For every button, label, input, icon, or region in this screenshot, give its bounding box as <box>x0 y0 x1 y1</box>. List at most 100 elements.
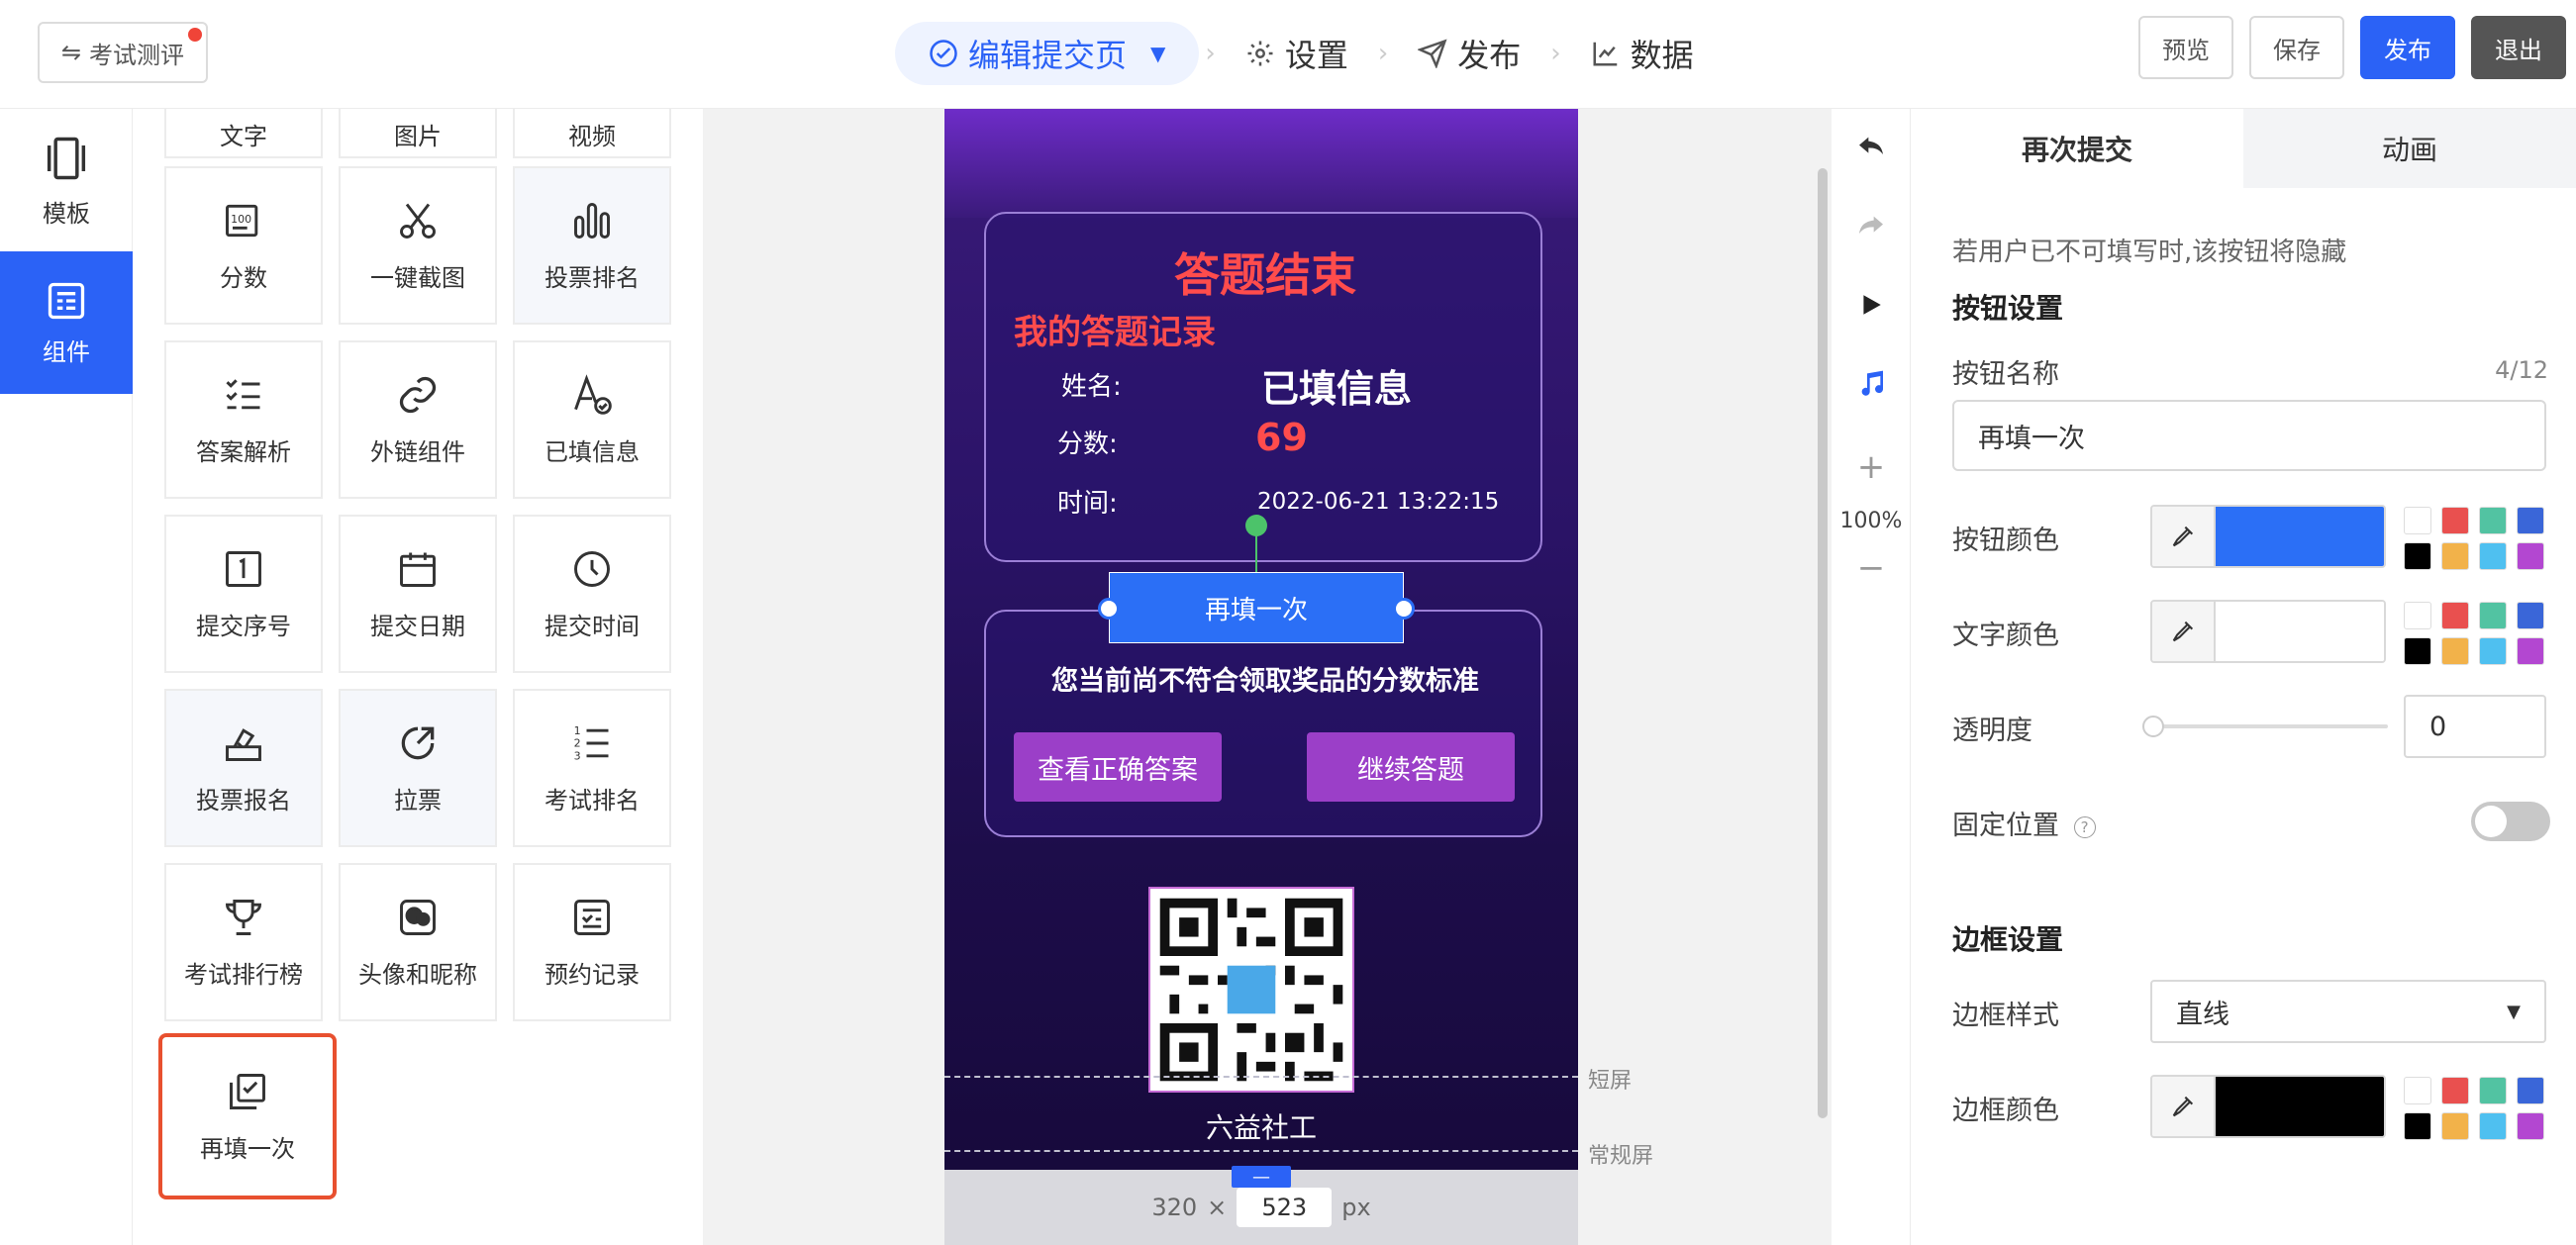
text-color-swatch[interactable] <box>2216 602 2384 661</box>
border-style-select[interactable]: 直线 ▼ <box>2150 980 2546 1043</box>
preset-red-swatch[interactable] <box>2441 602 2469 629</box>
exit-button[interactable]: 退出 <box>2471 16 2566 79</box>
preset-purple-swatch[interactable] <box>2517 637 2544 665</box>
component-tile-vote-signup[interactable]: 投票报名 <box>164 689 323 847</box>
refill-button[interactable]: 再填一次 <box>1109 572 1404 643</box>
step-data[interactable]: 数据 <box>1567 22 1718 85</box>
play-icon[interactable] <box>1832 285 1911 325</box>
component-tile-video[interactable]: 视频 <box>513 109 671 158</box>
continue-button[interactable]: 继续答题 <box>1307 732 1515 802</box>
component-tile-submit-date[interactable]: 提交日期 <box>339 515 497 673</box>
preset-orange-swatch[interactable] <box>2441 1112 2469 1140</box>
preset-red-swatch[interactable] <box>2441 1077 2469 1104</box>
preset-orange-swatch[interactable] <box>2441 542 2469 570</box>
preset-purple-swatch[interactable] <box>2517 542 2544 570</box>
resize-handle-left[interactable] <box>1098 598 1120 620</box>
eyedropper-icon[interactable] <box>2152 507 2216 566</box>
component-tile-text[interactable]: 文字 <box>164 109 323 158</box>
button-color-swatch[interactable] <box>2216 507 2384 566</box>
opacity-slider[interactable] <box>2142 716 2388 737</box>
button-color-field[interactable] <box>2150 505 2386 568</box>
button-name-input[interactable]: 再填一次 <box>1952 400 2546 471</box>
preset-blue-swatch[interactable] <box>2517 1077 2544 1104</box>
tab-resubmit[interactable]: 再次提交 <box>1911 109 2243 188</box>
preset-teal-swatch[interactable] <box>2479 507 2507 534</box>
bonus-card[interactable]: 您当前尚不符合领取奖品的分数标准 查看正确答案 继续答题 <box>984 610 1542 837</box>
properties-tabs: 再次提交 动画 <box>1911 109 2576 188</box>
redo-icon[interactable] <box>1832 206 1911 245</box>
component-tile-score[interactable]: 100 分数 <box>164 166 323 325</box>
eyedropper-icon[interactable] <box>2152 602 2216 661</box>
bonus-text: 您当前尚不符合领取奖品的分数标准 <box>1051 666 1479 697</box>
undo-icon[interactable] <box>1832 127 1911 166</box>
component-tile-submit-time[interactable]: 提交时间 <box>513 515 671 673</box>
height-resize-grip[interactable]: — <box>1232 1166 1291 1188</box>
preset-white-swatch[interactable] <box>2404 507 2431 534</box>
component-form-icon <box>48 282 85 319</box>
tile-label: 提交日期 <box>370 612 465 640</box>
component-tile-avatar-nickname[interactable]: 头像和昵称 <box>339 863 497 1021</box>
preset-teal-swatch[interactable] <box>2479 602 2507 629</box>
opacity-input[interactable]: 0 <box>2404 695 2546 758</box>
border-color-swatch[interactable] <box>2216 1077 2384 1136</box>
nav-templates[interactable]: 模板 <box>0 109 133 251</box>
component-tile-external-link[interactable]: 外链组件 <box>339 340 497 499</box>
preset-red-swatch[interactable] <box>2441 507 2469 534</box>
border-color-field[interactable] <box>2150 1075 2386 1138</box>
zoom-in-icon[interactable]: + <box>1832 447 1911 487</box>
preset-black-swatch[interactable] <box>2404 1112 2431 1140</box>
preset-white-swatch[interactable] <box>2404 1077 2431 1104</box>
step-publish[interactable]: 发布 <box>1394 22 1544 85</box>
result-card[interactable]: 答题结束 我的答题记录 姓名: 已填信息 分数: 69 时间: 2022-06-… <box>984 212 1542 562</box>
component-tile-filled-info[interactable]: 已填信息 <box>513 340 671 499</box>
tab-animation[interactable]: 动画 <box>2243 109 2576 188</box>
component-tile-submit-number[interactable]: 提交序号 <box>164 515 323 673</box>
swap-icon: ⇋ <box>60 39 82 66</box>
component-tile-vote-rank[interactable]: 投票排名 <box>513 166 671 325</box>
opacity-slider-knob[interactable] <box>2142 716 2164 737</box>
phone-preview[interactable]: 答题结束 我的答题记录 姓名: 已填信息 分数: 69 时间: 2022-06-… <box>944 109 1578 1170</box>
component-tile-answer-analysis[interactable]: 答案解析 <box>164 340 323 499</box>
component-tile-refill[interactable]: 再填一次 <box>158 1033 337 1199</box>
music-icon[interactable] <box>1832 364 1911 404</box>
view-answers-button[interactable]: 查看正确答案 <box>1014 732 1222 802</box>
preset-teal-swatch[interactable] <box>2479 1077 2507 1104</box>
preset-blue-swatch[interactable] <box>2517 602 2544 629</box>
component-tile-canvass[interactable]: 拉票 <box>339 689 497 847</box>
clock-icon <box>574 550 610 587</box>
preset-purple-swatch[interactable] <box>2517 1112 2544 1140</box>
component-tile-exam-rank[interactable]: 123 考试排名 <box>513 689 671 847</box>
size-unit: px <box>1341 1194 1371 1221</box>
fixed-position-toggle[interactable] <box>2471 802 2550 841</box>
back-button[interactable]: ⇋ 考试测评 <box>38 22 208 83</box>
publish-button[interactable]: 发布 <box>2360 16 2455 79</box>
preset-white-swatch[interactable] <box>2404 602 2431 629</box>
resize-handle-right[interactable] <box>1393 598 1415 620</box>
zoom-out-icon[interactable]: − <box>1832 548 1911 588</box>
component-tile-leaderboard[interactable]: 考试排行榜 <box>164 863 323 1021</box>
eyedropper-icon[interactable] <box>2152 1077 2216 1136</box>
step-settings[interactable]: 设置 <box>1222 22 1372 85</box>
text-color-field[interactable] <box>2150 600 2386 663</box>
rotate-handle[interactable] <box>1245 515 1267 536</box>
number-box-icon <box>226 550 261 587</box>
preset-black-swatch[interactable] <box>2404 542 2431 570</box>
component-tile-image[interactable]: 图片 <box>339 109 497 158</box>
help-icon[interactable]: ? <box>2073 815 2096 838</box>
preset-black-swatch[interactable] <box>2404 637 2431 665</box>
preset-sky-swatch[interactable] <box>2479 1112 2507 1140</box>
component-tile-screenshot[interactable]: 一键截图 <box>339 166 497 325</box>
border-style-value: 直线 <box>2176 999 2229 1030</box>
preset-sky-swatch[interactable] <box>2479 542 2507 570</box>
preview-button[interactable]: 预览 <box>2138 16 2233 79</box>
preset-blue-swatch[interactable] <box>2517 507 2544 534</box>
canvas-height-input[interactable]: 523 <box>1237 1188 1333 1227</box>
step-edit-submit-page[interactable]: 编辑提交页 ▼ <box>895 22 1200 85</box>
component-tile-reservation[interactable]: 预约记录 <box>513 863 671 1021</box>
preset-orange-swatch[interactable] <box>2441 637 2469 665</box>
preset-sky-swatch[interactable] <box>2479 637 2507 665</box>
save-button[interactable]: 保存 <box>2249 16 2344 79</box>
nav-components[interactable]: 组件 <box>0 251 145 394</box>
canvas-scrollbar[interactable] <box>1818 168 1828 1118</box>
border-color-presets <box>2404 1077 2546 1140</box>
